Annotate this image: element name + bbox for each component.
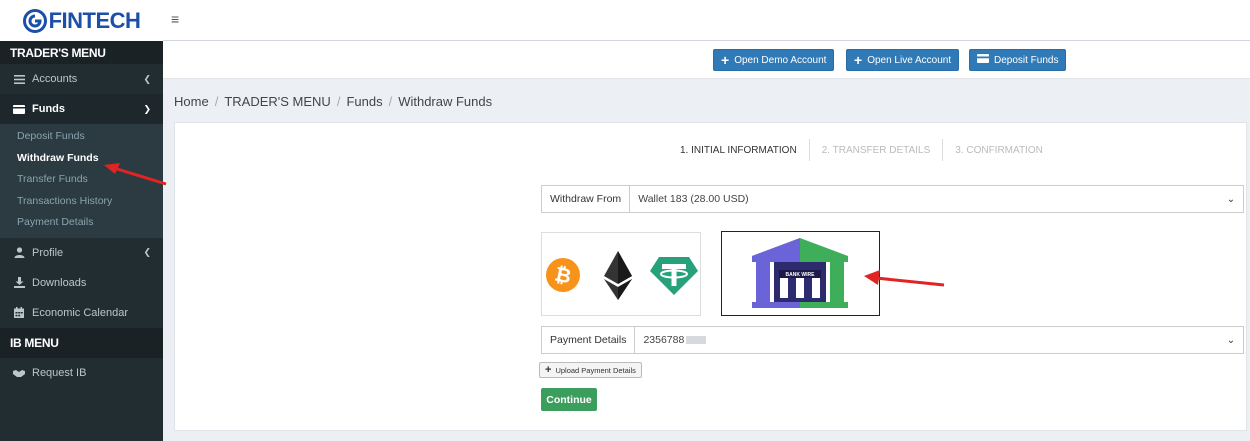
button-label: Deposit Funds [994,54,1059,66]
crypto-logos-icon: ₿ [546,251,698,300]
button-label: Open Live Account [867,54,952,66]
credit-card-icon [977,54,989,66]
withdraw-from-select[interactable]: Withdraw From Wallet 183 (28.00 USD) ⌄ [541,185,1244,213]
brand-name: FINTECH [48,7,141,33]
top-navbar: ≡ [163,0,1250,41]
redacted-digits [686,336,707,345]
wallet-icon [12,104,26,114]
withdraw-from-label: Withdraw From [542,186,631,212]
breadcrumb: Home / TRADER'S MENU / Funds / Withdraw Funds [174,94,492,109]
plus-icon: + [545,364,552,376]
deposit-funds-button[interactable]: Deposit Funds [969,49,1067,71]
bank-building-icon: BANK WIRE [752,238,848,308]
handshake-icon [12,369,26,377]
sidebar-item-label: Accounts [32,73,78,85]
submenu-item-transactions-history[interactable]: Transactions History [0,191,163,213]
sidebar-item-request-ib[interactable]: Request IB [0,358,163,388]
chevron-down-icon: ⌄ [1226,193,1236,205]
sidebar-item-label: Downloads [32,276,87,289]
withdraw-from-value: Wallet 183 (28.00 USD) [638,193,749,205]
traders-menu-header: TRADER'S MENU [0,41,163,64]
step-initial-information: 1. INITIAL INFORMATION [680,144,797,156]
calendar-icon [12,307,26,318]
ib-menu-header: IB MENU [0,327,163,358]
step-confirmation: 3. CONFIRMATION [955,144,1043,156]
withdraw-form-panel [174,122,1247,431]
bank-wire-label: BANK WIRE [786,272,816,278]
payment-details-label: Payment Details [542,327,636,353]
sidebar-item-accounts[interactable]: Accounts ❮ [0,64,163,94]
button-label: Open Demo Account [734,54,827,66]
chevron-left-icon: ❮ [143,73,151,84]
sidebar-item-label: Economic Calendar [32,306,128,319]
sidebar-item-label: Profile [32,246,64,259]
funds-submenu: Deposit Funds Withdraw Funds Transfer Fu… [0,124,163,238]
button-label: Upload Payment Details [555,365,636,375]
breadcrumb-home[interactable]: Home [174,94,209,109]
open-live-account-button[interactable]: + Open Live Account [846,49,960,71]
step-transfer-details: 2. TRANSFER DETAILS [821,144,931,156]
submenu-item-transfer-funds[interactable]: Transfer Funds [0,169,163,191]
sidebar-item-funds[interactable]: Funds ❯ [0,94,163,124]
submenu-item-withdraw-funds[interactable]: Withdraw Funds [0,148,163,170]
continue-button[interactable]: Continue [541,388,597,411]
list-icon [12,74,26,84]
payment-details-select[interactable]: Payment Details 2356788 ⌄ [541,326,1244,354]
bank-wire-payment-method[interactable]: BANK WIRE [721,231,880,316]
plus-icon: + [854,52,863,68]
menu-toggle-icon[interactable]: ≡ [171,11,179,27]
sidebar-item-downloads[interactable]: Downloads [0,268,163,298]
breadcrumb-separator: / [388,94,393,109]
breadcrumb-current: Withdraw Funds [398,94,493,109]
fintech-logo-icon [22,8,47,33]
sidebar-item-economic-calendar[interactable]: Economic Calendar [0,298,163,328]
submenu-item-payment-details[interactable]: Payment Details [0,212,163,234]
chevron-down-icon: ⌄ [1226,334,1236,346]
user-icon [12,247,26,258]
upload-payment-details-button[interactable]: + Upload Payment Details [539,362,642,378]
action-bar: + Open Demo Account + Open Live Account … [163,41,1250,79]
breadcrumb-separator: / [336,94,341,109]
payment-details-value: 2356788 [643,334,685,346]
chevron-down-icon: ❯ [143,103,151,114]
submenu-item-deposit-funds[interactable]: Deposit Funds [0,126,163,148]
breadcrumb-separator: / [214,94,219,109]
breadcrumb-traders-menu[interactable]: TRADER'S MENU [224,94,331,109]
breadcrumb-funds[interactable]: Funds [346,94,382,109]
brand-logo[interactable]: FINTECH [0,0,163,41]
sidebar-item-label: Funds [32,103,65,115]
open-demo-account-button[interactable]: + Open Demo Account [713,49,835,71]
plus-icon: + [721,52,730,68]
chevron-left-icon: ❮ [143,247,151,257]
payment-details-value-wrap: 2356788 [635,334,1219,346]
sidebar-item-profile[interactable]: Profile ❮ [0,238,163,268]
sidebar-item-label: Request IB [32,366,87,379]
download-icon [12,277,26,288]
wizard-steps: 1. INITIAL INFORMATION 2. TRANSFER DETAI… [680,139,1055,161]
crypto-payment-method[interactable]: ₿ [541,232,701,316]
sidebar: TRADER'S MENU Accounts ❮ Funds ❯ Deposit… [0,41,163,441]
